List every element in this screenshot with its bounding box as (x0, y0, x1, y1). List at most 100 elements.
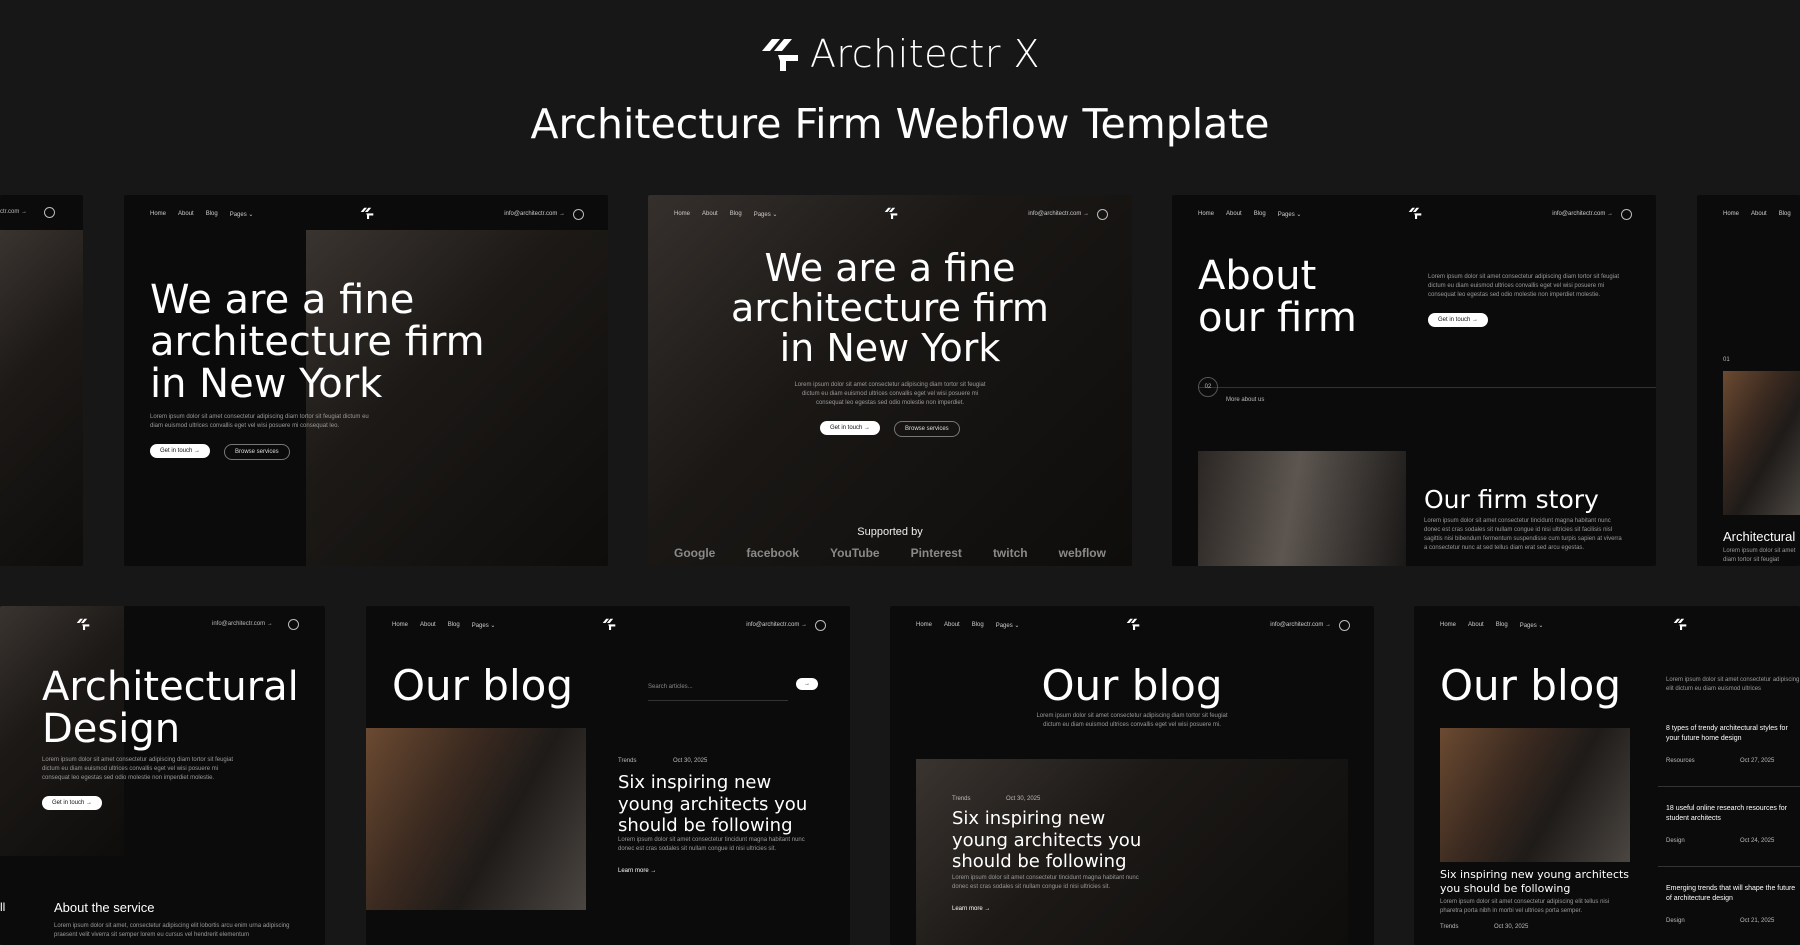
nav-pages[interactable]: Pages ⌄ (1520, 622, 1544, 629)
post-title: Six inspiring new young architects you s… (952, 808, 1142, 873)
side-post-date: Oct 21, 2025 (1740, 918, 1775, 924)
user-icon[interactable] (1097, 208, 1108, 220)
get-in-touch-button[interactable]: Get in touch → (1428, 313, 1489, 327)
user-icon[interactable] (44, 207, 55, 218)
navbar: Home About Blog Pages ⌄ info@architectr.… (1198, 207, 1632, 221)
side-post-date: Oct 27, 2025 (1740, 758, 1775, 764)
nav-pages[interactable]: Pages ⌄ (754, 211, 778, 218)
divider (1658, 786, 1800, 787)
brand-name: Architectr X (809, 32, 1041, 76)
user-icon[interactable] (1339, 619, 1350, 631)
nav-about[interactable]: About (702, 211, 718, 218)
logo-icon[interactable] (360, 207, 374, 219)
nav-pages[interactable]: Pages ⌄ (996, 622, 1020, 629)
divider (1658, 866, 1800, 867)
search-input[interactable]: Search articles... (648, 684, 693, 690)
nav-home[interactable]: Home (916, 622, 932, 629)
side-post-tag: Design (1666, 838, 1685, 844)
post-text: Lorem ipsum dolor sit amet consectetur t… (952, 875, 1139, 890)
user-icon[interactable] (288, 619, 299, 630)
nav-pages[interactable]: Pages ⌄ (230, 211, 254, 218)
nav-about[interactable]: About (944, 622, 960, 629)
user-icon[interactable] (815, 619, 826, 631)
nav-email[interactable]: info@architectr.com → (746, 622, 807, 628)
hero-title: We are a fine architecture firm in New Y… (150, 277, 485, 407)
nav-pages[interactable]: Pages ⌄ (472, 622, 496, 629)
post-title: Six inspiring new young architects you s… (618, 772, 808, 837)
browse-services-button[interactable]: Browse services (224, 444, 290, 460)
nav-about[interactable]: About (1751, 211, 1767, 217)
meeting-photo (1198, 451, 1406, 566)
post-tag: Trends (952, 796, 971, 802)
side-post-title[interactable]: 8 types of trendy architectural styles f… (1666, 724, 1796, 744)
nav-blog[interactable]: Blog (730, 211, 742, 218)
logo-icon[interactable] (76, 618, 90, 630)
sidebar-intro: Lorem ipsum dolor sit amet consectetur a… (1666, 677, 1800, 692)
user-icon[interactable] (1621, 208, 1632, 220)
nav-email[interactable]: info@architectr.com → (1270, 622, 1331, 628)
learn-more-link[interactable]: Learn more → (618, 868, 656, 874)
navbar: Home About Blog Pages ⌄ info@architectr.… (916, 618, 1350, 632)
navbar: Home About Blog Pages ⌄ info@architectr.… (674, 207, 1108, 221)
story-title: Our firm story (1424, 485, 1599, 514)
nav-pages[interactable]: Pages ⌄ (1278, 211, 1302, 218)
post-date: Oct 30, 2025 (673, 758, 708, 764)
nav-email[interactable]: info@architectr.com → (1028, 211, 1089, 217)
nav-about[interactable]: About (1468, 622, 1484, 629)
preview-card-blog-search: Home About Blog Pages ⌄ info@architectr.… (366, 606, 850, 945)
nav-blog[interactable]: Blog (1779, 211, 1791, 217)
post-text: Lorem ipsum dolor sit amet consectetur t… (618, 837, 805, 852)
nav-home[interactable]: Home (1440, 622, 1456, 629)
nav-about[interactable]: About (420, 622, 436, 629)
post-text: Lorem ipsum dolor sit amet consectetur a… (1440, 899, 1610, 914)
nav-email[interactable]: info@architectr.com → (504, 211, 565, 217)
preview-card-design: info@architectr.com → Architectural Desi… (0, 606, 325, 945)
logo-icon[interactable] (602, 618, 616, 630)
service-title: Architectural (1723, 529, 1796, 544)
nav-about[interactable]: About (1226, 211, 1242, 218)
nav-email[interactable]: info@architectr.com → (212, 621, 273, 627)
search-underline (648, 700, 788, 701)
logo-icon[interactable] (1408, 207, 1422, 219)
nav-home[interactable]: Home (392, 622, 408, 629)
nav-home[interactable]: Home (150, 211, 166, 218)
post-title: Six inspiring new young architects you s… (1440, 868, 1630, 896)
side-post-title[interactable]: 18 useful online research resources for … (1666, 804, 1796, 824)
get-in-touch-button[interactable]: Get in touch → (820, 421, 881, 435)
side-post-tag: Design (1666, 918, 1685, 924)
logo-icon[interactable] (1126, 618, 1140, 630)
logo-icon[interactable] (1673, 618, 1687, 630)
nav-blog[interactable]: Blog (448, 622, 460, 629)
story-text: Lorem ipsum dolor sit amet consectetur t… (1424, 518, 1622, 551)
interior-photo (1723, 371, 1800, 515)
navbar: Home About Blog (1723, 207, 1791, 221)
preview-card-partial-left: ctr.com → (0, 195, 83, 566)
browse-services-button[interactable]: Browse services (894, 421, 960, 437)
partner-logos: Google facebook YouTube Pinterest twitch… (674, 546, 1106, 560)
search-button[interactable]: → (796, 678, 818, 690)
nav-email[interactable]: ctr.com → (0, 209, 27, 215)
nav-blog[interactable]: Blog (972, 622, 984, 629)
side-post-title[interactable]: Emerging trends that will shape the futu… (1666, 884, 1796, 904)
nav-home[interactable]: Home (1198, 211, 1214, 218)
post-photo (366, 728, 586, 910)
nav-about[interactable]: About (178, 211, 194, 218)
logo-icon (761, 39, 798, 71)
more-about-link[interactable]: More about us (1226, 397, 1264, 403)
nav-home[interactable]: Home (1723, 211, 1739, 217)
get-in-touch-button[interactable]: Get in touch → (150, 444, 211, 458)
nav-home[interactable]: Home (674, 211, 690, 218)
learn-more-link[interactable]: Learn more → (952, 906, 990, 912)
nav-email[interactable]: info@architectr.com → (1552, 211, 1613, 217)
nav-blog[interactable]: Blog (1496, 622, 1508, 629)
nav-blog[interactable]: Blog (206, 211, 218, 218)
logo-icon[interactable] (884, 207, 898, 219)
nav-blog[interactable]: Blog (1254, 211, 1266, 218)
navbar: Home About Blog Pages ⌄ info@architectr.… (150, 207, 584, 221)
service-text: Lorem ipsum dolor sit amet diam tortor s… (1723, 548, 1796, 563)
google-logo: Google (674, 546, 716, 560)
get-in-touch-button[interactable]: Get in touch → (42, 796, 103, 810)
design-text: Lorem ipsum dolor sit amet consectetur a… (42, 757, 234, 781)
hero-title: We are a fine architecture firm in New Y… (731, 246, 1049, 370)
user-icon[interactable] (573, 208, 584, 220)
